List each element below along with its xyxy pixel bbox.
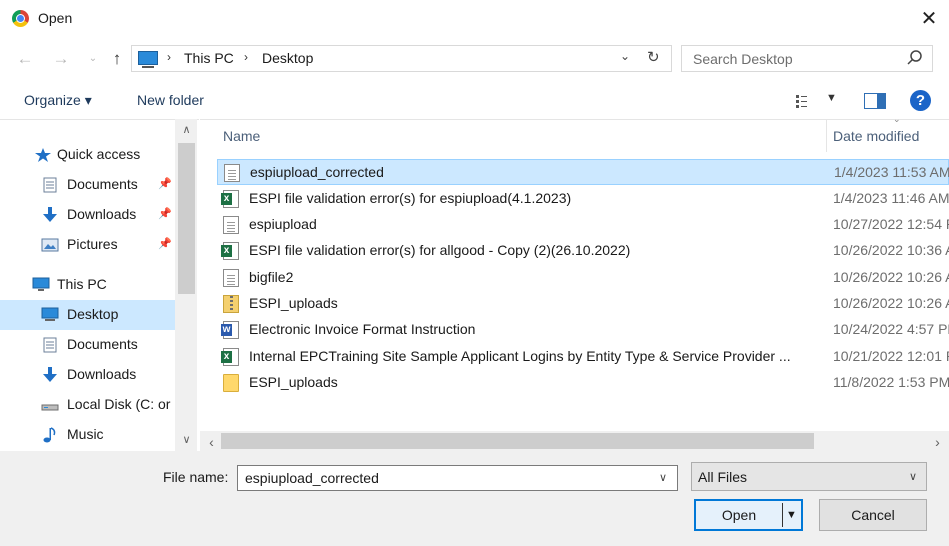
chevron-down-icon[interactable]: ∨ [659,471,667,484]
search-input[interactable]: Search Desktop [681,45,933,72]
excel-file-icon [221,242,239,260]
scroll-right-icon[interactable]: › [929,434,946,450]
title-bar [0,0,949,38]
text-file-icon [223,269,239,287]
documents-icon [43,177,57,193]
breadcrumb-desktop[interactable]: Desktop [262,50,313,66]
file-name-value: espiupload_corrected [245,470,379,486]
refresh-icon[interactable]: ↻ [647,48,660,66]
file-row[interactable]: ESPI file validation error(s) for espiup… [217,186,949,212]
pin-icon: 📌 [158,208,172,220]
search-icon[interactable] [906,49,924,67]
folder-icon [223,374,239,392]
file-row[interactable]: ESPI file validation error(s) for allgoo… [217,238,949,264]
chevron-right-icon: › [244,50,248,64]
window-title: Open [38,10,73,26]
cancel-button[interactable]: Cancel [819,499,927,531]
back-icon[interactable]: ← [14,48,36,70]
breadcrumb-this-pc[interactable]: This PC [184,50,234,66]
command-bar: Organize ▾ New folder ▼ ? [0,84,949,118]
nav-item-documents-pinned[interactable]: Documents 📌 [0,170,175,200]
file-row[interactable]: Electronic Invoice Format Instruction 10… [217,317,949,343]
split-divider [782,503,783,527]
nav-item-downloads-pinned[interactable]: Downloads 📌 [0,200,175,230]
downloads-icon [43,367,57,382]
nav-item-local-disk[interactable]: Local Disk (C: or [0,390,175,420]
file-row[interactable]: espiupload_corrected 1/4/2023 11:53 AM [217,159,949,185]
file-row[interactable]: ESPI_uploads 11/8/2022 1:53 PM [217,370,949,396]
desktop-icon [41,307,59,321]
scroll-down-icon[interactable]: ∨ [178,433,195,446]
nav-item-quick-access[interactable]: Quick access [0,140,175,170]
close-icon[interactable]: ✕ [916,6,942,32]
computer-icon [32,277,50,291]
horizontal-scrollbar-thumb[interactable] [221,433,814,449]
nav-item-pictures-pinned[interactable]: Pictures 📌 [0,230,175,260]
excel-file-icon [221,190,239,208]
file-row[interactable]: bigfile2 10/26/2022 10:26 AM [217,265,949,291]
file-name-label: File name: [163,469,229,485]
view-options-icon[interactable] [795,93,817,109]
new-folder-button[interactable]: New folder [137,92,204,108]
nav-item-desktop[interactable]: Desktop [0,300,175,330]
computer-icon [138,51,158,68]
pin-icon: 📌 [158,238,172,250]
file-row[interactable]: espiupload 10/27/2022 12:54 PM [217,212,949,238]
recent-locations-icon[interactable]: ⌄ [82,48,104,70]
word-file-icon [221,321,239,339]
file-type-select[interactable]: All Files ∨ [691,462,927,491]
nav-item-downloads[interactable]: Downloads [0,360,175,390]
pin-icon: 📌 [158,178,172,190]
open-button-label: Open [721,507,757,523]
nav-item-documents[interactable]: Documents [0,330,175,360]
preview-pane-icon[interactable] [864,93,886,109]
documents-icon [43,337,57,353]
column-header-date-modified[interactable]: Date modified [833,128,919,144]
disk-icon [41,404,59,411]
organize-button[interactable]: Organize ▾ [24,92,92,109]
scroll-left-icon[interactable]: ‹ [203,434,220,450]
scroll-up-icon[interactable]: ∧ [178,123,195,136]
text-file-icon [223,216,239,234]
file-name-input[interactable]: espiupload_corrected ∨ [237,465,678,491]
sort-indicator-icon: ⌄ [893,114,901,124]
star-icon [35,148,51,162]
pictures-icon [41,238,59,252]
nav-item-this-pc[interactable]: This PC [0,270,175,300]
file-type-value: All Files [698,469,748,485]
up-icon[interactable]: ↑ [106,48,128,70]
chrome-icon [12,10,29,27]
excel-file-icon [221,348,239,366]
chevron-down-icon[interactable]: ∨ [909,470,917,483]
column-header-name[interactable]: Name [223,128,260,144]
nav-item-music[interactable]: Music [0,420,175,450]
music-icon [43,427,56,443]
downloads-icon [43,207,57,222]
chevron-right-icon: › [167,50,171,64]
open-button[interactable]: Open ▼ [694,499,803,531]
chevron-down-icon[interactable]: ▼ [826,92,837,104]
address-bar[interactable]: › This PC › Desktop ⌄ ↻ [131,45,672,72]
chevron-down-icon[interactable]: ⌄ [620,49,630,63]
text-file-icon [224,164,240,182]
column-divider[interactable] [826,119,827,152]
search-placeholder: Search Desktop [693,51,793,67]
help-icon[interactable]: ? [910,90,931,111]
zip-folder-icon [223,295,239,313]
file-row[interactable]: Internal EPCTraining Site Sample Applica… [217,344,949,370]
nav-scrollbar-thumb[interactable] [178,143,195,294]
open-options-icon[interactable]: ▼ [786,502,797,528]
file-row[interactable]: ESPI_uploads 10/26/2022 10:26 AM [217,291,949,317]
forward-icon[interactable]: → [50,48,72,70]
